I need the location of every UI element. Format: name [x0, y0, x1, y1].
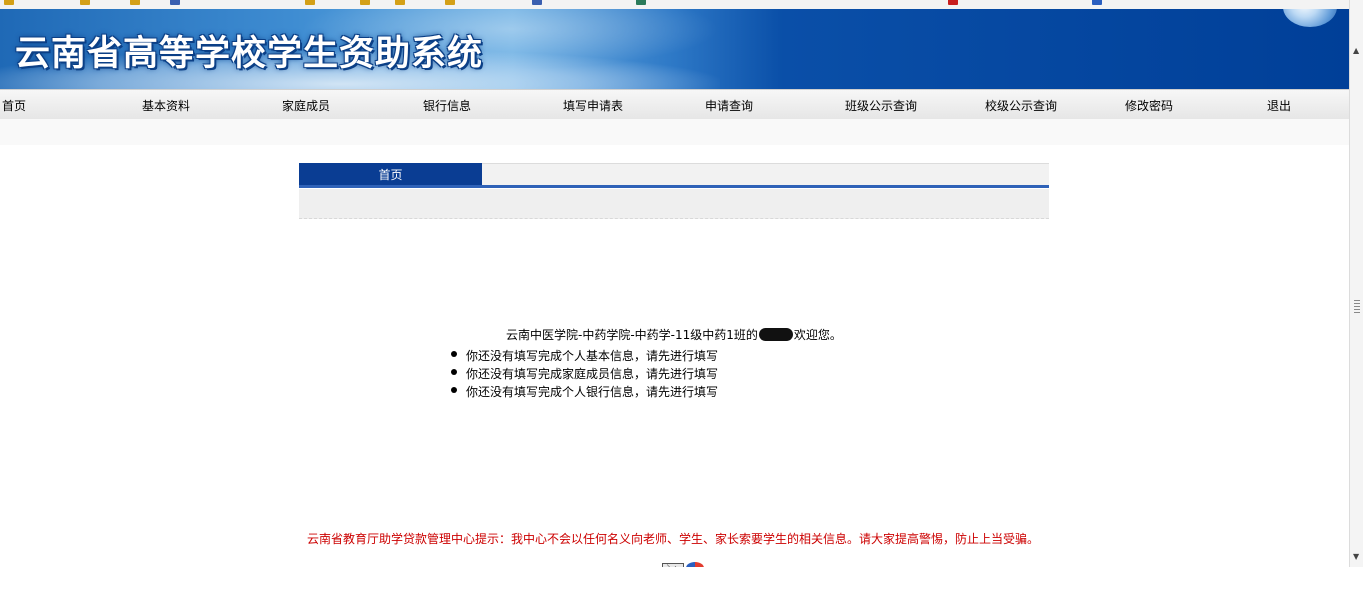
nav-item-home[interactable]: 首页	[2, 97, 26, 114]
welcome-suffix: 欢迎您。	[793, 328, 842, 342]
tab-home[interactable]: 首页	[299, 163, 482, 186]
bullet-icon	[451, 351, 457, 357]
favorite-folder-icon[interactable]	[360, 0, 370, 5]
bullet-icon	[451, 387, 457, 393]
favorite-page-icon[interactable]	[948, 0, 958, 5]
favorite-page-icon[interactable]	[636, 0, 646, 5]
nav-item-logout[interactable]: 退出	[1267, 97, 1291, 114]
globe-icon	[1283, 9, 1337, 27]
list-item: 你还没有填写完成家庭成员信息，请先进行填写	[449, 365, 718, 383]
scroll-down-arrow[interactable]: ▼	[1353, 552, 1359, 561]
favorite-folder-icon[interactable]	[395, 0, 405, 5]
favorite-folder-icon[interactable]	[4, 0, 14, 5]
nav-item-basic-info[interactable]: 基本资料	[142, 97, 190, 114]
nav-sub-band	[0, 119, 1349, 145]
welcome-prefix: 云南中医学院-中药学院-中药学-11级中药1班的	[506, 328, 758, 342]
site-title: 云南省高等学校学生资助系统	[15, 34, 484, 74]
vertical-scrollbar[interactable]: ▲ ▼	[1349, 0, 1363, 567]
favorite-folder-icon[interactable]	[305, 0, 315, 5]
panel-body	[299, 189, 1049, 219]
favorite-folder-icon[interactable]	[445, 0, 455, 5]
scroll-up-arrow[interactable]: ▲	[1353, 46, 1359, 55]
nav-item-change-password[interactable]: 修改密码	[1125, 97, 1173, 114]
fraud-warning: 云南省教育厅助学贷款管理中心提示：我中心不会以任何名义向老师、学生、家长索要学生…	[307, 532, 1040, 546]
notice-list: 你还没有填写完成个人基本信息，请先进行填写 你还没有填写完成家庭成员信息，请先进…	[449, 347, 718, 401]
welcome-message: 云南中医学院-中药学院-中药学-11级中药1班的 欢迎您。	[506, 326, 842, 343]
list-item: 你还没有填写完成个人基本信息，请先进行填写	[449, 347, 718, 365]
tab-underline	[299, 185, 1049, 188]
nav-item-application-query[interactable]: 申请查询	[705, 97, 753, 114]
content-panel: 首页	[299, 163, 1049, 219]
nav-item-fill-application[interactable]: 填写申请表	[563, 97, 623, 114]
notice-text: 你还没有填写完成个人基本信息，请先进行填写	[466, 349, 719, 363]
bullet-icon	[451, 369, 457, 375]
scroll-grip[interactable]	[1354, 300, 1360, 314]
notice-text: 你还没有填写完成家庭成员信息，请先进行填写	[466, 367, 719, 381]
list-item: 你还没有填写完成个人银行信息，请先进行填写	[449, 383, 718, 401]
main-nav: 首页 基本资料 家庭成员 银行信息 填写申请表 申请查询 班级公示查询 校级公示…	[0, 89, 1349, 120]
favorite-page-icon[interactable]	[170, 0, 180, 5]
favorite-page-icon[interactable]	[1092, 0, 1102, 5]
favorite-page-icon[interactable]	[532, 0, 542, 5]
favorite-folder-icon[interactable]	[130, 0, 140, 5]
nav-item-bank-info[interactable]: 银行信息	[423, 97, 471, 114]
redacted-name	[758, 328, 793, 341]
bottom-blank	[0, 567, 1349, 591]
notice-text: 你还没有填写完成个人银行信息，请先进行填写	[466, 385, 719, 399]
nav-item-class-notice-query[interactable]: 班级公示查询	[845, 97, 917, 114]
nav-item-family-members[interactable]: 家庭成员	[282, 97, 330, 114]
nav-item-school-notice-query[interactable]: 校级公示查询	[985, 97, 1057, 114]
favorite-folder-icon[interactable]	[80, 0, 90, 5]
header-banner: 云南省高等学校学生资助系统	[0, 9, 1349, 89]
